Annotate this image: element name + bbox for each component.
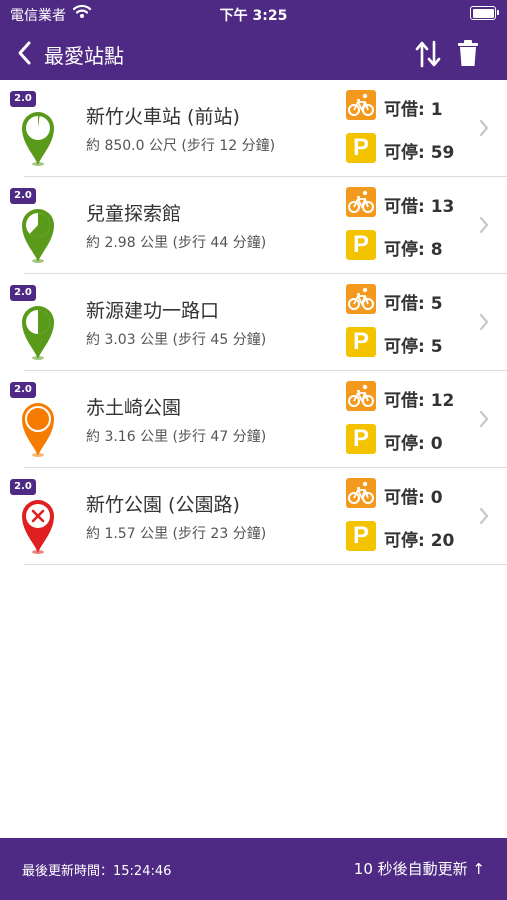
station-name: 兒童探索館 [86,203,182,225]
sort-button[interactable] [414,38,442,70]
available-bikes: 可借: 13 [384,197,455,217]
station-name: 新源建功一路口 [86,300,220,322]
available-bikes: 可借: 5 [384,294,443,314]
parking-icon: P [346,327,376,357]
bike-rent-icon [346,478,376,508]
station-row[interactable]: 2.0 新竹火車站 (前站) 約 850.0 公尺 (步行 12 分鐘) 可借: 1 P… [0,80,507,177]
station-pin-icon [18,497,58,555]
top-bar: 電信業者 下午 3:25 最愛站點 [0,0,507,80]
available-bikes: 可借: 1 [384,100,443,120]
station-distance: 約 3.03 公里 (步行 45 分鐘) [86,332,267,348]
station-row[interactable]: 2.0 新竹公園 (公園路) 約 1.57 公里 (步行 23 分鐘) 可借: 0 P可… [0,468,507,565]
station-pin-icon [18,400,58,458]
station-name: 赤土崎公園 [86,397,182,419]
chevron-left-icon [18,41,31,65]
status-bar: 電信業者 下午 3:25 [0,0,507,28]
station-pin-icon [18,109,58,167]
station-row[interactable]: 2.0 兒童探索館約 2.98 公里 (步行 44 分鐘) 可借: 13 P 可停: 8 [0,177,507,274]
station-name: 新竹公園 (公園路) [86,494,240,516]
status-time: 下午 3:25 [219,8,288,24]
bike-rent-icon [346,187,376,217]
parking-icon: P [346,230,376,260]
available-bikes: 可借: 12 [384,391,455,411]
station-distance: 約 850.0 公尺 (步行 12 分鐘) [86,138,276,154]
station-name: 新竹火車站 (前站) [86,106,240,128]
chevron-right-icon [478,506,490,526]
bike-rent-icon [346,90,376,120]
version-badge: 2.0 [10,382,36,398]
version-badge: 2.0 [10,479,36,495]
parking-icon: P [346,133,376,163]
chevron-right-icon [478,312,490,332]
auto-refresh-label[interactable]: 10 秒後自動更新 ↑ [354,858,485,879]
row-divider [24,564,507,565]
available-bikes: 可借: 0 [384,488,443,508]
back-button[interactable] [12,38,38,68]
chevron-right-icon [478,118,490,138]
station-pin-icon [18,206,58,264]
navigation-bar: 最愛站點 [0,28,507,80]
chevron-right-icon [478,215,490,235]
chevron-right-icon [478,409,490,429]
station-pin-icon [18,303,58,361]
available-docks: 可停: 0 [384,434,443,454]
battery-icon [470,6,499,20]
trash-icon [458,40,478,66]
available-docks: 可停: 8 [384,240,443,260]
station-row[interactable]: 2.0 赤土崎公園約 3.16 公里 (步行 47 分鐘) 可借: 12 P 可停: 0 [0,371,507,468]
parking-icon: P [346,424,376,454]
version-badge: 2.0 [10,285,36,301]
last-update-label: 最後更新時間：15:24:46 [22,864,172,879]
available-docks: 可停: 20 [384,531,455,551]
station-row[interactable]: 2.0 新源建功一路口約 3.03 公里 (步行 45 分鐘) 可借: 5 P 可停: … [0,274,507,371]
delete-button[interactable] [455,38,481,68]
footer-bar: 最後更新時間：15:24:46 10 秒後自動更新 ↑ [0,838,507,900]
sort-arrows-icon [415,40,441,68]
station-distance: 約 1.57 公里 (步行 23 分鐘) [86,526,267,542]
bike-rent-icon [346,381,376,411]
station-distance: 約 2.98 公里 (步行 44 分鐘) [86,235,267,251]
available-docks: 可停: 5 [384,337,443,357]
parking-icon: P [346,521,376,551]
bike-rent-icon [346,284,376,314]
favorite-station-list: 2.0 新竹火車站 (前站) 約 850.0 公尺 (步行 12 分鐘) 可借: 1 P… [0,80,507,565]
available-docks: 可停: 59 [384,143,455,163]
version-badge: 2.0 [10,188,36,204]
station-distance: 約 3.16 公里 (步行 47 分鐘) [86,429,267,445]
page-title: 最愛站點 [44,44,124,68]
version-badge: 2.0 [10,91,36,107]
